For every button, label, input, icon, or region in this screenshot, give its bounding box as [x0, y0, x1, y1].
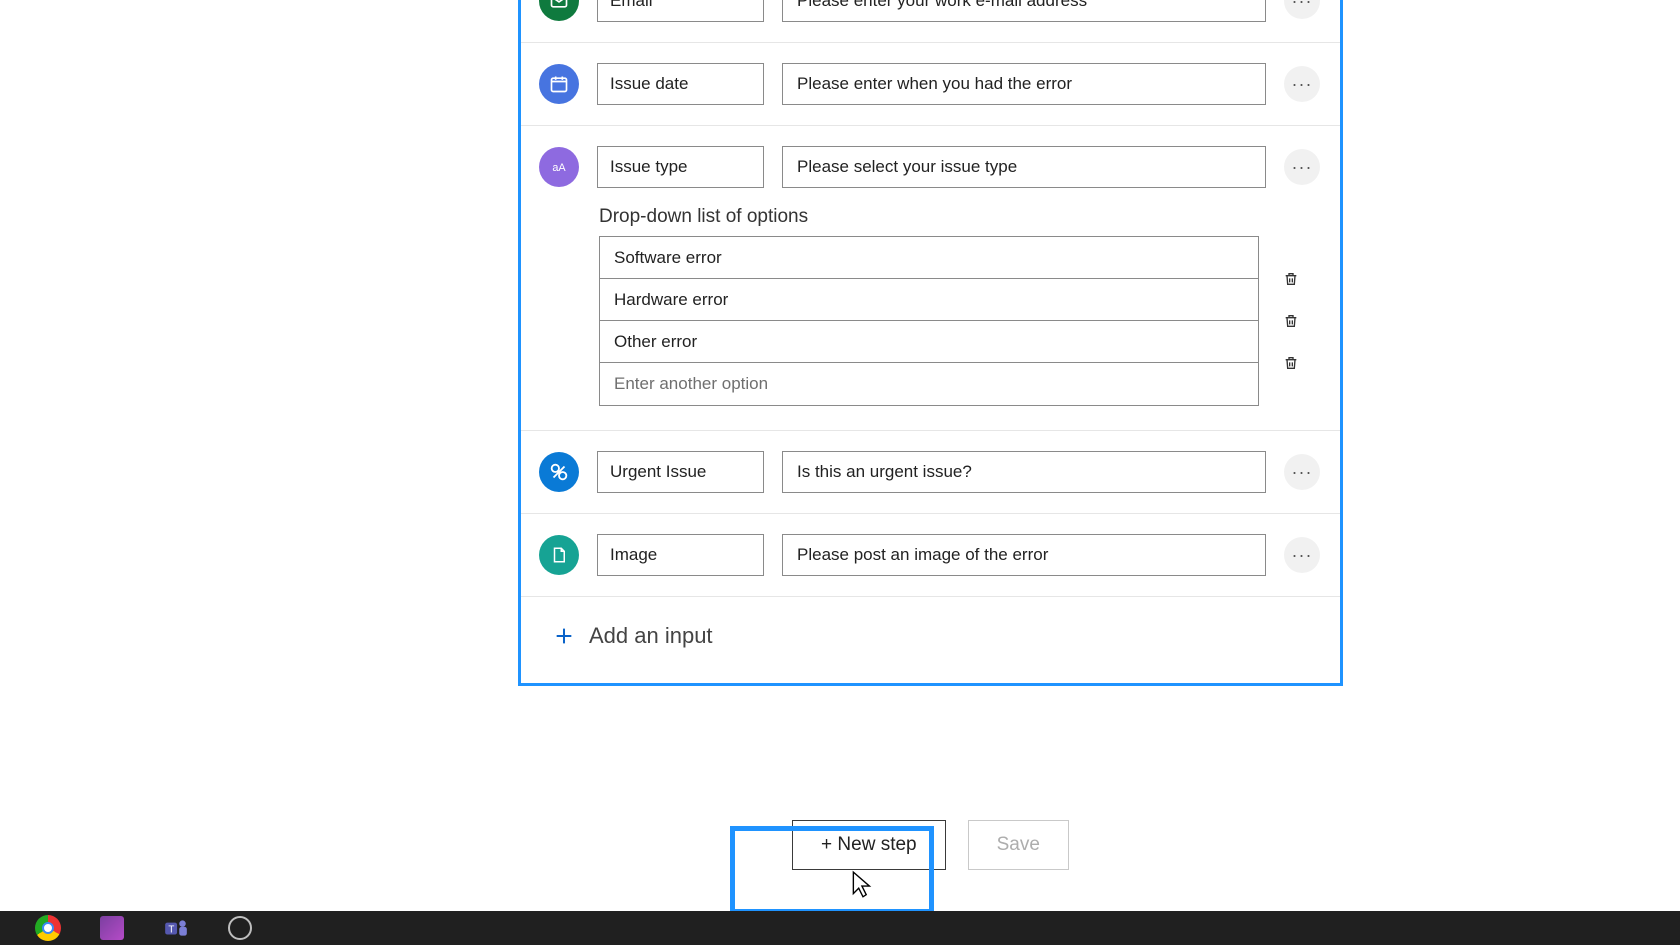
new-step-button[interactable]: + New step: [792, 820, 946, 870]
input-row-date: ···: [521, 51, 1340, 117]
email-more-button[interactable]: ···: [1284, 0, 1320, 19]
date-name-input[interactable]: [597, 63, 764, 105]
ellipsis-icon: ···: [1292, 74, 1313, 95]
email-icon: [539, 0, 579, 21]
divider: [521, 596, 1340, 597]
delete-option-button[interactable]: [1277, 349, 1305, 377]
chrome-icon: [35, 915, 61, 941]
delete-option-button[interactable]: [1277, 307, 1305, 335]
taskbar: T: [0, 911, 1680, 945]
circle-icon: [228, 916, 252, 940]
type-desc-input[interactable]: [782, 146, 1266, 188]
input-row-image: ···: [521, 522, 1340, 588]
dropdown-options-label: Drop-down list of options: [599, 206, 1320, 228]
image-more-button[interactable]: ···: [1284, 537, 1320, 573]
taskbar-onenote[interactable]: [98, 914, 126, 942]
divider: [521, 430, 1340, 431]
urgent-desc-input[interactable]: [782, 451, 1266, 493]
dropdown-options-block: Drop-down list of options: [521, 200, 1340, 408]
type-more-button[interactable]: ···: [1284, 149, 1320, 185]
input-row-urgent: ···: [521, 439, 1340, 505]
ellipsis-icon: ···: [1292, 0, 1313, 12]
email-desc-input[interactable]: [782, 0, 1266, 22]
dropdown-option-input[interactable]: [600, 321, 1258, 363]
image-desc-input[interactable]: [782, 534, 1266, 576]
trash-icon: [1283, 352, 1299, 374]
teams-icon: T: [163, 915, 189, 941]
dropdown-option-input[interactable]: [600, 279, 1258, 321]
add-input-label: Add an input: [589, 623, 713, 649]
ellipsis-icon: ···: [1292, 462, 1313, 483]
dropdown-options-list: [599, 236, 1259, 406]
onenote-icon: [100, 916, 124, 940]
taskbar-teams[interactable]: T: [162, 914, 190, 942]
text-icon: aA: [539, 147, 579, 187]
input-row-email: ···: [521, 0, 1340, 34]
taskbar-chrome[interactable]: [34, 914, 62, 942]
urgent-more-button[interactable]: ···: [1284, 454, 1320, 490]
delete-option-button[interactable]: [1277, 265, 1305, 293]
image-name-input[interactable]: [597, 534, 764, 576]
trigger-card: ··· ··· aA ···: [518, 0, 1343, 686]
dropdown-option-new-input[interactable]: [600, 363, 1258, 405]
taskbar-app[interactable]: [226, 914, 254, 942]
file-icon: [539, 535, 579, 575]
ellipsis-icon: ···: [1292, 157, 1313, 178]
email-name-input[interactable]: [597, 0, 764, 22]
divider: [521, 125, 1340, 126]
dropdown-option-input[interactable]: [600, 237, 1258, 279]
trash-icon: [1283, 310, 1299, 332]
date-desc-input[interactable]: [782, 63, 1266, 105]
svg-text:T: T: [168, 924, 174, 935]
calendar-icon: [539, 64, 579, 104]
action-bar: + New step Save: [518, 820, 1343, 870]
ellipsis-icon: ···: [1292, 545, 1313, 566]
trash-icon: [1283, 268, 1299, 290]
divider: [521, 513, 1340, 514]
urgent-name-input[interactable]: [597, 451, 764, 493]
add-input-button[interactable]: Add an input: [521, 605, 733, 663]
svg-text:aA: aA: [552, 162, 566, 174]
plus-icon: [553, 625, 575, 647]
yesno-icon: [539, 452, 579, 492]
save-button[interactable]: Save: [968, 820, 1069, 870]
type-name-input[interactable]: [597, 146, 764, 188]
mouse-cursor: [850, 870, 876, 900]
divider: [521, 42, 1340, 43]
input-row-type: aA ···: [521, 134, 1340, 200]
date-more-button[interactable]: ···: [1284, 66, 1320, 102]
